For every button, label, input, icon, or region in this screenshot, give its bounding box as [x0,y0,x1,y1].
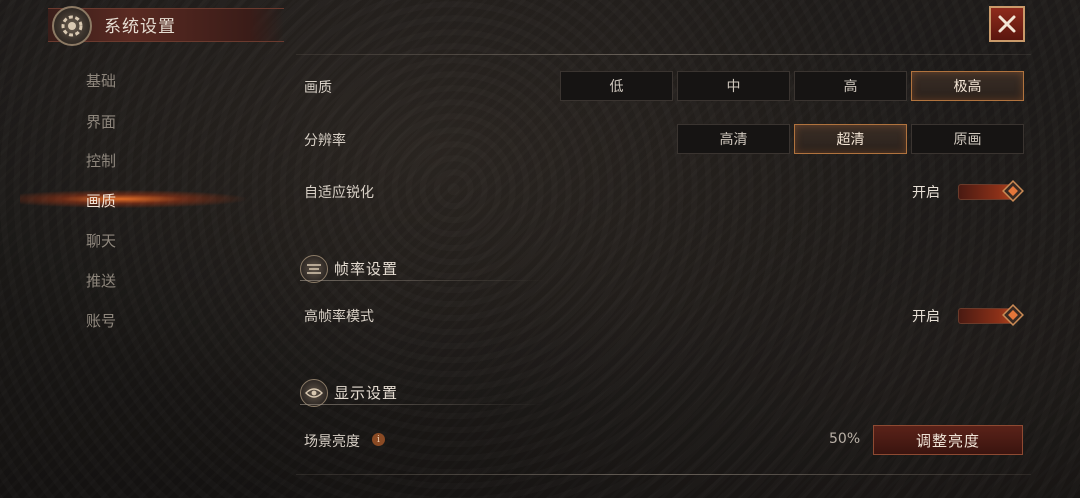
sharpen-label: 自适应锐化 [304,185,374,201]
eye-icon [300,379,328,407]
sidebar-item-graphics[interactable]: 画质 [86,190,116,211]
framerate-icon [300,255,328,283]
resolution-option-hd[interactable]: 高清 [677,124,790,154]
sidebar-item-basic[interactable]: 基础 [86,70,116,91]
quality-option-ultra[interactable]: 极高 [911,71,1024,101]
high-fps-toggle[interactable] [958,304,1024,326]
resolution-option-original[interactable]: 原画 [911,124,1024,154]
display-section-divider [300,404,545,405]
sidebar-item-push[interactable]: 推送 [86,270,116,291]
framerate-section-title: 帧率设置 [334,260,399,278]
top-divider [296,54,1031,55]
quality-option-medium[interactable]: 中 [677,71,790,101]
info-icon[interactable]: i [372,433,385,446]
sidebar-item-interface[interactable]: 界面 [86,111,116,132]
toggle-knob-icon [1002,180,1024,202]
sharpen-state: 开启 [912,185,940,201]
bottom-divider [296,474,1031,475]
quality-label: 画质 [304,80,332,96]
brightness-label: 场景亮度 [304,434,360,450]
quality-option-high[interactable]: 高 [794,71,907,101]
resolution-option-uhd[interactable]: 超清 [794,124,907,154]
quality-option-low[interactable]: 低 [560,71,673,101]
gear-icon [52,6,92,46]
high-fps-label: 高帧率模式 [304,309,374,325]
framerate-section-divider [300,280,545,281]
sidebar-item-account[interactable]: 账号 [86,310,116,331]
toggle-knob-icon [1002,304,1024,326]
high-fps-state: 开启 [912,309,940,325]
brightness-value: 50% [829,431,861,447]
page-title: 系统设置 [104,17,176,37]
sidebar-active-glow [20,190,246,208]
close-button[interactable] [989,6,1025,42]
resolution-label: 分辨率 [304,133,346,149]
sidebar-item-controls[interactable]: 控制 [86,150,116,171]
display-section-title: 显示设置 [334,384,399,402]
close-icon [998,15,1016,33]
sharpen-toggle[interactable] [958,180,1024,202]
sidebar-item-chat[interactable]: 聊天 [86,230,116,251]
adjust-brightness-button[interactable]: 调整亮度 [873,425,1023,455]
